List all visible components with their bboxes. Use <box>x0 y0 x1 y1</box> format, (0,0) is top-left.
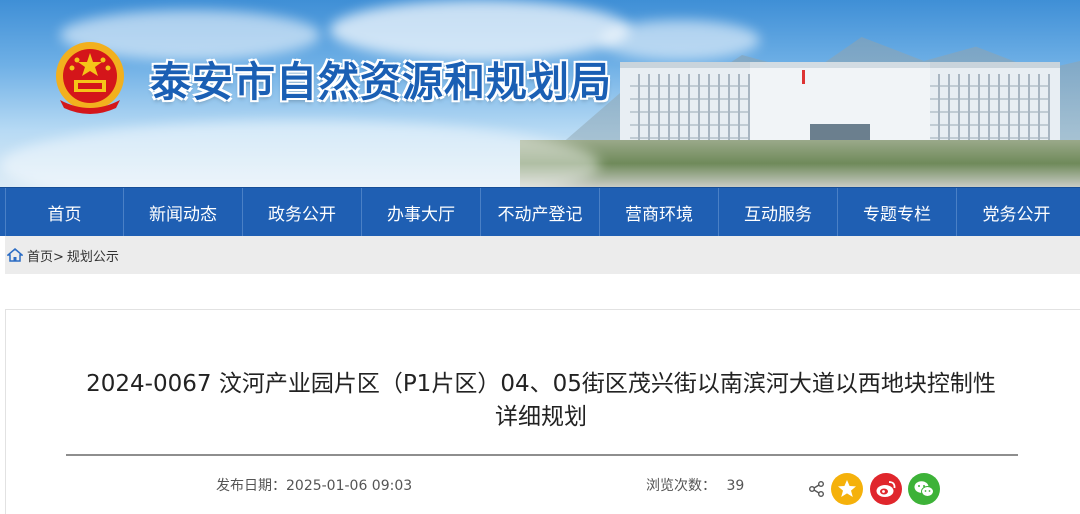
breadcrumb: 首页> 规划公示 <box>5 236 1080 274</box>
nav-item-news[interactable]: 新闻动态 <box>124 188 243 237</box>
nav-item-home[interactable]: 首页 <box>5 188 124 237</box>
nav-item-government-affairs[interactable]: 政务公开 <box>243 188 362 237</box>
header-banner: 泰安市自然资源和规划局 <box>0 0 1080 187</box>
home-icon <box>7 248 23 262</box>
article-panel: 2024-0067 汶河产业园片区（P1片区）04、05街区茂兴街以南滨河大道以… <box>5 309 1080 514</box>
nav-item-business-environment[interactable]: 营商环境 <box>600 188 719 237</box>
publish-date: 发布日期：2025-01-06 09:03 <box>216 478 413 494</box>
breadcrumb-current-link[interactable]: 规划公示 <box>67 246 119 265</box>
nav-item-special-topics[interactable]: 专题专栏 <box>838 188 957 237</box>
wechat-icon <box>914 481 934 497</box>
weibo-icon <box>876 481 896 497</box>
share-icon[interactable] <box>808 480 826 498</box>
weibo-share-button[interactable] <box>870 473 902 505</box>
article-title-line-1: 2024-0067 汶河产业园片区（P1片区）04、05街区茂兴街以南滨河大道以… <box>86 371 996 397</box>
view-count-label: 浏览次数： <box>646 478 716 494</box>
nav-item-real-estate-registration[interactable]: 不动产登记 <box>481 188 600 237</box>
breadcrumb-home-link[interactable]: 首页> <box>27 246 64 265</box>
qzone-icon <box>838 480 856 497</box>
qzone-share-button[interactable] <box>831 473 863 505</box>
title-divider <box>66 454 1018 456</box>
wechat-share-button[interactable] <box>908 473 940 505</box>
article-title: 2024-0067 汶河产业园片区（P1片区）04、05街区茂兴街以南滨河大道以… <box>46 368 1036 434</box>
national-emblem-icon <box>56 42 124 114</box>
view-count: 浏览次数： 39 <box>646 475 744 495</box>
site-title: 泰安市自然资源和规划局 <box>150 58 612 106</box>
nav-item-party-affairs[interactable]: 党务公开 <box>957 188 1076 237</box>
main-nav: 首页 新闻动态 政务公开 办事大厅 不动产登记 营商环境 互动服务 专题专栏 党… <box>0 187 1080 237</box>
view-count-value: 39 <box>726 478 745 494</box>
nav-item-service-hall[interactable]: 办事大厅 <box>362 188 481 237</box>
nav-item-interactive-service[interactable]: 互动服务 <box>719 188 838 237</box>
article-title-line-2: 详细规划 <box>495 404 587 430</box>
